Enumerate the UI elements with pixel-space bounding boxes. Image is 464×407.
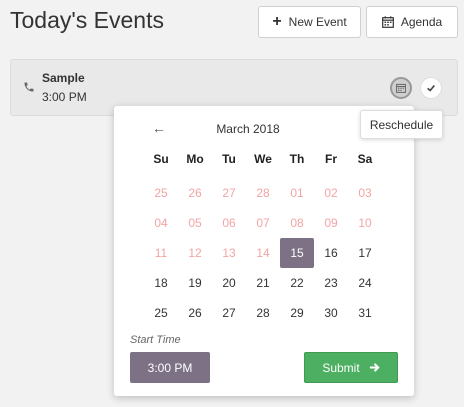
submit-label: Submit	[322, 360, 360, 375]
month-label: March 2018	[216, 122, 280, 136]
weekday-header: Su Mo Tu We Th Fr Sa	[144, 152, 382, 166]
day-grid: 25 26 27 28 01 02 03 04 05 06 07 08 09 10 11 12 13 14 15 16…	[144, 178, 382, 328]
weekday-label: Tu	[222, 152, 236, 166]
day-cell: 07	[256, 216, 270, 230]
agenda-button[interactable]: Agenda	[366, 6, 458, 38]
start-time-label: Start Time	[130, 334, 181, 346]
day-cell[interactable]: 23	[314, 268, 348, 298]
new-event-label: New Event	[288, 15, 347, 29]
day-cell[interactable]: 29	[280, 298, 314, 328]
day-cell: 26	[188, 186, 202, 200]
day-cell[interactable]: 27	[212, 298, 246, 328]
day-cell-selected[interactable]: 15	[280, 238, 314, 268]
day-cell: 06	[222, 216, 236, 230]
day-cell[interactable]: 17	[348, 238, 382, 268]
submit-button[interactable]: Submit	[304, 352, 398, 383]
new-event-button[interactable]: + New Event	[258, 6, 361, 38]
page-title: Today's Events	[10, 7, 164, 33]
calendar-icon	[381, 16, 394, 28]
day-cell[interactable]: 28	[246, 298, 280, 328]
reschedule-datepicker: ← March 2018 Su Mo Tu We Th Fr Sa 25 26 27 28 01 02…	[114, 106, 414, 396]
day-cell: 01	[290, 186, 304, 200]
day-cell[interactable]: 25	[144, 298, 178, 328]
day-cell: 14	[256, 246, 270, 260]
check-icon	[427, 84, 435, 92]
agenda-label: Agenda	[400, 15, 443, 29]
weekday-label: Sa	[357, 152, 373, 166]
day-cell: 03	[358, 186, 372, 200]
calendar-icon	[396, 83, 406, 93]
day-cell: 08	[290, 216, 304, 230]
weekday-label: Mo	[186, 152, 204, 166]
day-cell[interactable]: 20	[212, 268, 246, 298]
weekday-label: Su	[153, 152, 169, 166]
weekday-label: Fr	[325, 152, 337, 166]
day-cell[interactable]: 22	[280, 268, 314, 298]
reschedule-button[interactable]	[390, 77, 412, 99]
day-cell: 27	[222, 186, 236, 200]
day-cell[interactable]: 19	[178, 268, 212, 298]
day-cell: 12	[188, 246, 202, 260]
day-cell[interactable]: 26	[178, 298, 212, 328]
day-cell: 11	[154, 246, 168, 260]
event-time: 3:00 PM	[42, 90, 87, 104]
day-cell[interactable]: 24	[348, 268, 382, 298]
day-cell: 09	[324, 216, 338, 230]
day-cell: 04	[154, 216, 168, 230]
day-cell[interactable]: 30	[314, 298, 348, 328]
day-cell: 28	[256, 186, 270, 200]
start-time-button[interactable]: 3:00 PM	[130, 352, 210, 383]
phone-icon	[24, 82, 34, 92]
day-cell: 25	[154, 186, 168, 200]
day-cell[interactable]: 18	[144, 268, 178, 298]
day-cell: 02	[324, 186, 338, 200]
reschedule-tooltip: Reschedule	[360, 110, 443, 139]
weekday-label: Th	[289, 152, 305, 166]
weekday-label: We	[254, 152, 272, 166]
day-cell: 13	[222, 246, 236, 260]
day-cell[interactable]: 16	[314, 238, 348, 268]
day-cell: 10	[358, 216, 372, 230]
event-name: Sample	[42, 71, 85, 85]
arrow-right-icon	[369, 363, 380, 372]
day-cell[interactable]: 21	[246, 268, 280, 298]
complete-button[interactable]	[420, 77, 442, 99]
day-cell[interactable]: 31	[348, 298, 382, 328]
plus-icon: +	[272, 12, 282, 30]
day-cell: 05	[188, 216, 202, 230]
